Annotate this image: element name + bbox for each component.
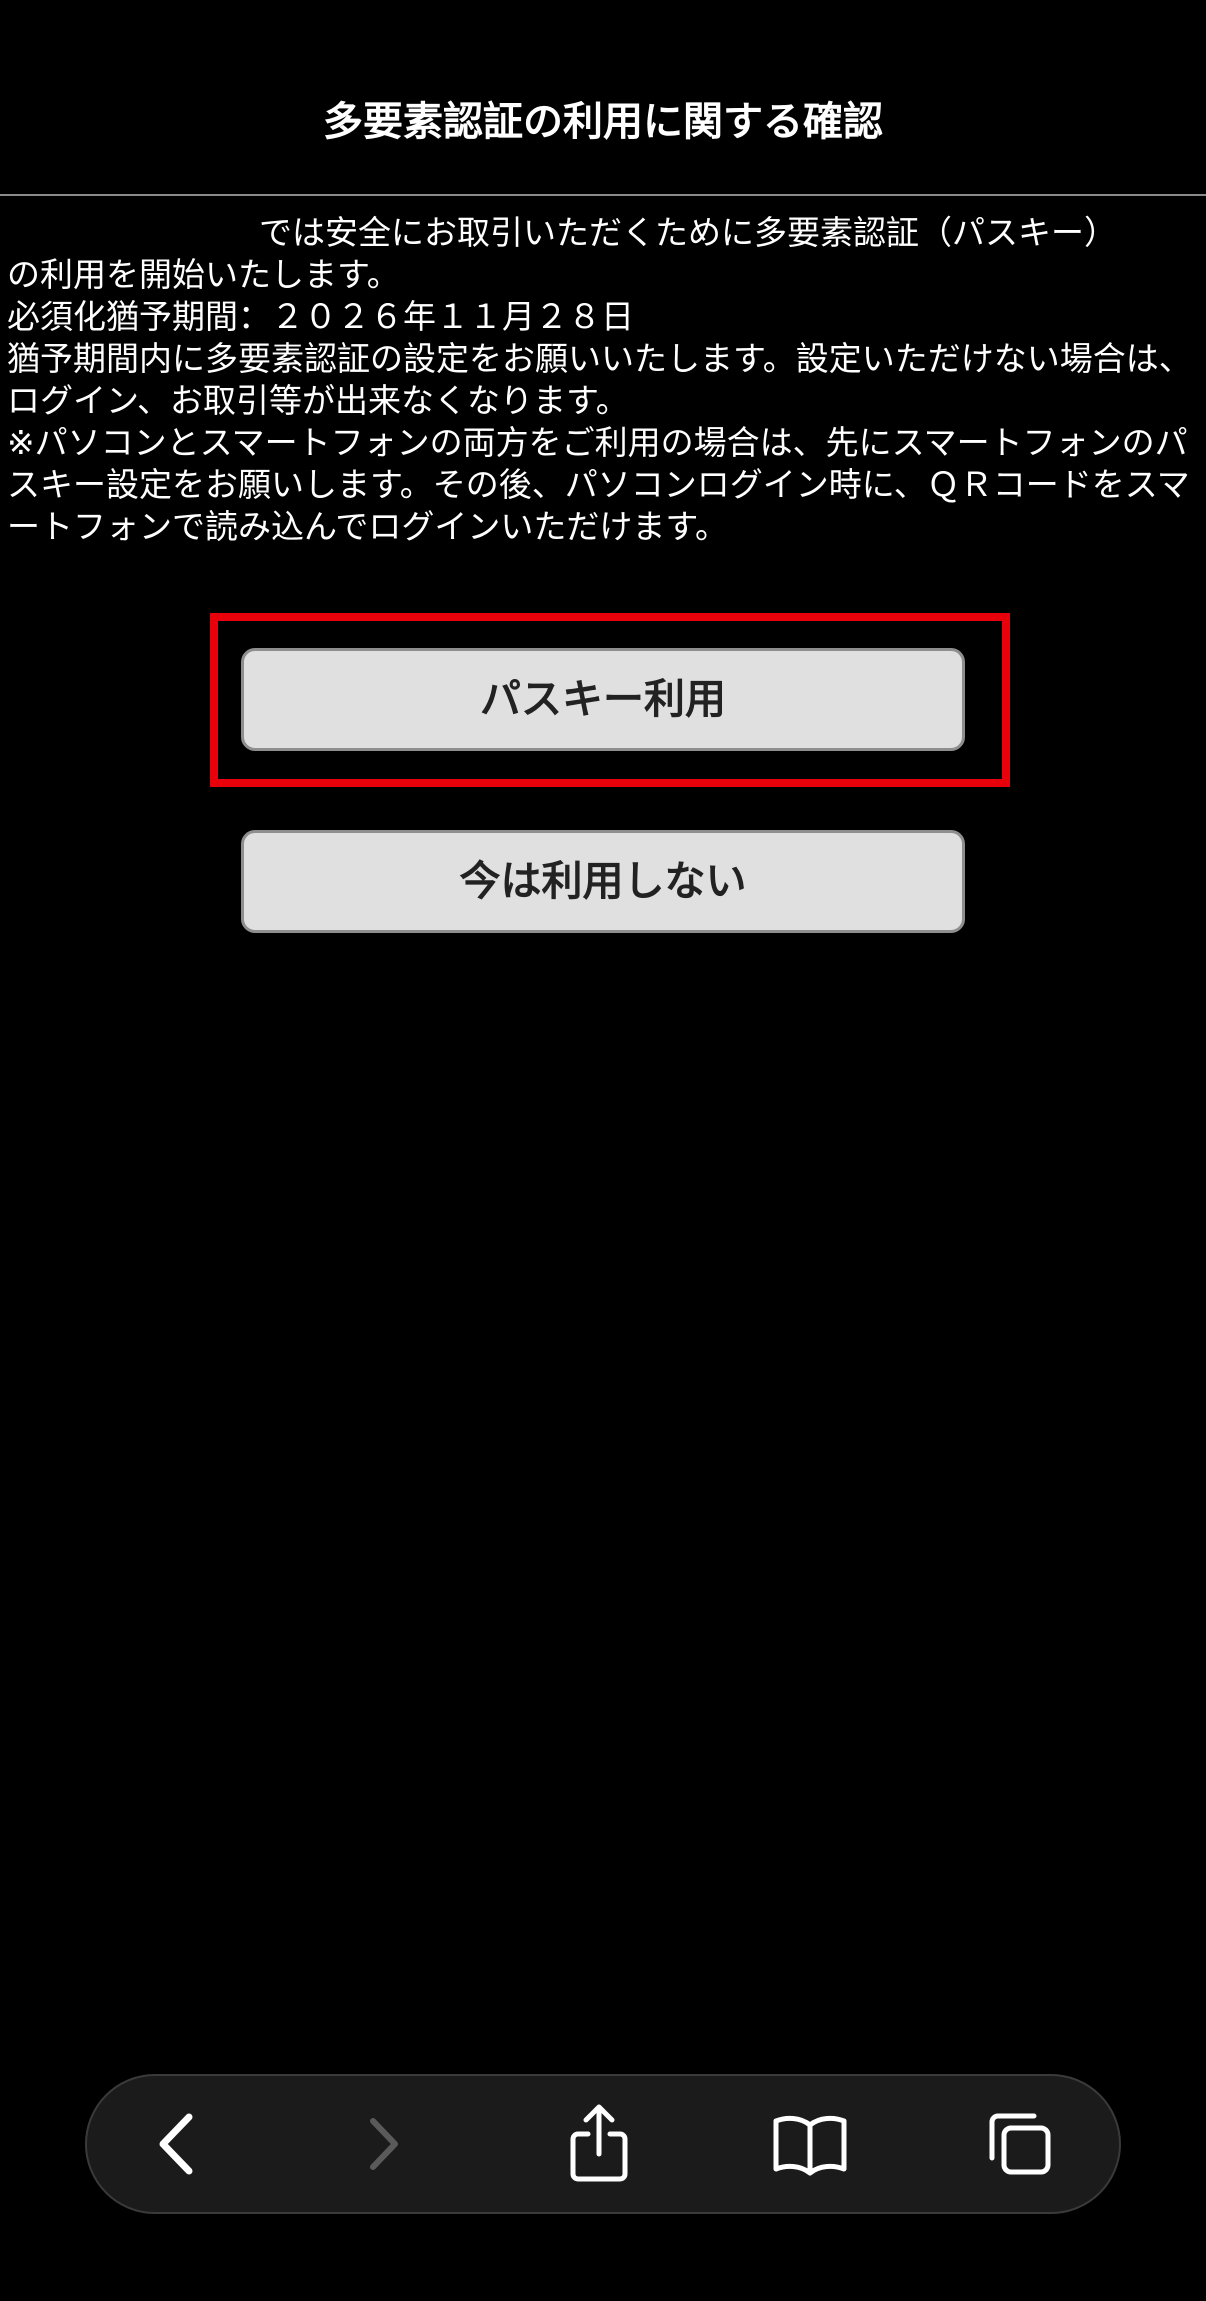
chevron-left-icon	[159, 2113, 193, 2175]
setup-request: 猶予期間内に多要素認証の設定をお願いいたします。設定いただけない場合は、ログイン…	[7, 339, 1192, 420]
notice-line-1: では安全にお取引いただくために多要素認証（パスキー）	[259, 213, 1117, 252]
use-passkey-button[interactable]: パスキー利用	[241, 648, 965, 751]
back-button[interactable]	[127, 2096, 227, 2192]
share-icon	[570, 2104, 628, 2182]
notice-text: では安全にお取引いただくために多要素認証（パスキー） の利用を開始いたします。 …	[7, 212, 1199, 548]
share-button[interactable]	[549, 2096, 649, 2192]
not-now-button[interactable]: 今は利用しない	[241, 830, 965, 933]
browser-toolbar	[85, 2074, 1121, 2214]
forward-button[interactable]	[335, 2096, 435, 2192]
device-note: ※パソコンとスマートフォンの両方をご利用の場合は、先にスマートフォンのパスキー設…	[7, 423, 1190, 546]
grace-period: 必須化猶予期間：２０２６年１１月２８日	[7, 297, 634, 336]
book-icon	[773, 2115, 847, 2176]
tabs-icon	[989, 2113, 1051, 2175]
page-title: 多要素認証の利用に関する確認	[323, 99, 883, 145]
bookmarks-button[interactable]	[760, 2096, 860, 2192]
notice-line-2: の利用を開始いたします。	[7, 255, 400, 294]
tabs-button[interactable]	[970, 2096, 1070, 2192]
chevron-right-icon	[370, 2118, 398, 2170]
page-header: 多要素認証の利用に関する確認	[0, 0, 1206, 196]
